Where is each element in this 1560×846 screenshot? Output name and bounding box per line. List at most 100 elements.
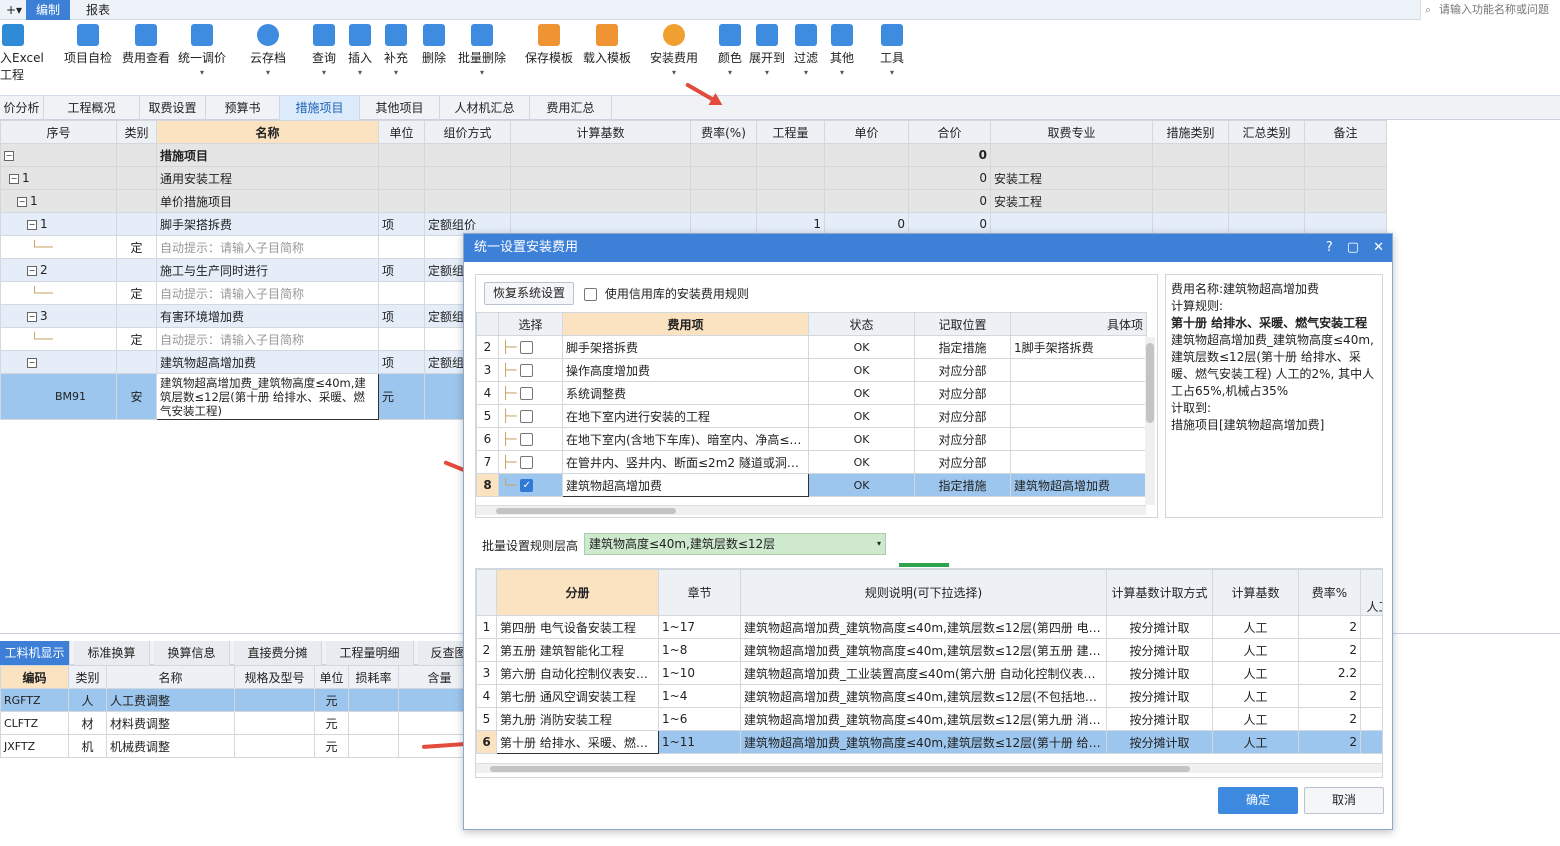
batch-delete-icon: [471, 24, 493, 46]
ok-button[interactable]: 确定: [1218, 787, 1298, 814]
supplement-button[interactable]: 补充 ▾: [378, 24, 414, 94]
table-row[interactable]: 6 ├─ 在地下室内(含地下车库)、暗室内、净高≤… OK 对应分部: [476, 427, 1147, 451]
table-row[interactable]: 4 第七册 通风空调安装工程 1~4 建筑物超高增加费_建筑物高度≤40m,建筑层数≤…: [476, 684, 1382, 708]
load-template-icon: [596, 24, 618, 46]
vertical-scrollbar[interactable]: [1145, 337, 1155, 505]
project-check-button[interactable]: 项目自检: [62, 24, 114, 94]
tab-budget[interactable]: 预算书: [206, 96, 280, 120]
row-checkbox[interactable]: [520, 364, 534, 377]
table-row[interactable]: 4 ├─ 系统调整费 OK 对应分部: [476, 381, 1147, 405]
page-tabs: 价分析 工程概况 取费设置 预算书 措施项目 其他项目 人材机汇总 费用汇总: [0, 96, 1560, 120]
table-row[interactable]: 5 ├─ 在地下室内进行安装的工程 OK 对应分部: [476, 404, 1147, 428]
rule-info-panel: 费用名称:建筑物超高增加费 计算规则: 第十册 给排水、采暖、燃气安装工程 建筑…: [1165, 274, 1383, 518]
table-header: 分册章节规则说明(可下拉选择)计算基数计取方式计算基数费率%人工: [476, 569, 1382, 616]
insert-button[interactable]: 插入 ▾: [342, 24, 378, 94]
tab-quantity-detail[interactable]: 工程量明细: [326, 641, 414, 665]
install-cost-button[interactable]: 安装费用 ▾: [646, 24, 702, 94]
tab-other-items[interactable]: 其他项目: [360, 96, 440, 120]
horizontal-scrollbar[interactable]: [476, 505, 1146, 515]
import-excel-button[interactable]: 入Excel 工程: [0, 24, 44, 94]
filter-icon: [795, 24, 817, 46]
fee-item-panel: 恢复系统设置 使用信用库的安装费用规则 选择 费用项 状态 记取位置 具体项 2 ├─ 脚…: [475, 274, 1158, 518]
tab-standard-conversion[interactable]: 标准换算: [74, 641, 150, 665]
fee-item-table: 选择 费用项 状态 记取位置 具体项 2 ├─ 脚手架搭拆费 OK 指定措施 1脚手架搭拆费 3…: [476, 312, 1147, 497]
color-icon: [719, 24, 741, 46]
cancel-button[interactable]: 取消: [1304, 787, 1384, 814]
row-checkbox[interactable]: [520, 410, 534, 423]
dialog-controls: ? ▢ ✕: [1312, 234, 1384, 262]
help-icon[interactable]: ?: [1326, 240, 1333, 255]
batch-delete-button[interactable]: 批量删除 ▾: [454, 24, 510, 94]
batch-rule-select[interactable]: 建筑物高度≤40m,建筑层数≤12层 ▾: [584, 533, 886, 555]
color-button[interactable]: 颜色 ▾: [712, 24, 748, 94]
tab-resource-summary[interactable]: 人材机汇总: [440, 96, 530, 120]
tab-conversion-info[interactable]: 换算信息: [154, 641, 230, 665]
table-row[interactable]: 1 第四册 电气设备安装工程 1~17 建筑物超高增加费_建筑物高度≤40m,建筑层数…: [476, 615, 1382, 639]
table-row[interactable]: RGFTZ 人人工费调整元: [0, 688, 481, 712]
use-credit-rule-checkbox[interactable]: [584, 288, 597, 301]
menu-edit[interactable]: 编制: [26, 0, 70, 20]
row-checkbox[interactable]: [520, 456, 534, 469]
table-row[interactable]: −1 单价措施项目 0 安装工程: [0, 189, 1387, 213]
close-icon[interactable]: ✕: [1373, 240, 1384, 255]
tab-project-overview[interactable]: 工程概况: [44, 96, 140, 120]
tab-direct-cost-split[interactable]: 直接费分摊: [234, 641, 322, 665]
table-row[interactable]: 5 第九册 消防安装工程 1~6 建筑物超高增加费_建筑物高度≤40m,建筑层数≤12…: [476, 707, 1382, 731]
table-header: 序号 类别 名称 单位 组价方式 计算基数 费率(%) 工程量 单价 合价 取费专业 措施类别 汇总类别…: [0, 120, 1387, 144]
maximize-icon[interactable]: ▢: [1347, 240, 1359, 255]
menu-report[interactable]: 报表: [80, 0, 116, 20]
filter-button[interactable]: 过滤 ▾: [788, 24, 824, 94]
save-template-button[interactable]: 保存模板: [522, 24, 576, 94]
row-checkbox-checked[interactable]: ✓: [520, 479, 534, 492]
cloud-archive-button[interactable]: 云存档 ▾: [244, 24, 292, 94]
table-row-selected[interactable]: 8 └─ ✓ 建筑物超高增加费 OK 指定措施 建筑物超高增加费: [476, 473, 1147, 497]
check-icon: [77, 24, 99, 46]
splitter-handle[interactable]: [899, 563, 949, 567]
row-checkbox[interactable]: [520, 433, 534, 446]
load-template-button[interactable]: 载入模板: [580, 24, 634, 94]
table-row[interactable]: −1 通用安装工程 0 安装工程: [0, 166, 1387, 190]
use-credit-rule-option[interactable]: 使用信用库的安装费用规则: [584, 285, 749, 302]
tab-price-analysis[interactable]: 价分析: [0, 96, 44, 120]
query-icon: [313, 24, 335, 46]
row-checkbox[interactable]: [520, 387, 534, 400]
table-row[interactable]: 3 ├─ 操作高度增加费 OK 对应分部: [476, 358, 1147, 382]
collapse-icon[interactable]: −: [27, 311, 37, 322]
bottom-tabs: 工料机显示 标准换算 换算信息 直接费分摊 工程量明细 反查图: [0, 641, 480, 665]
batch-rule-label: 批量设置规则层高: [482, 539, 579, 553]
collapse-icon[interactable]: −: [27, 265, 37, 276]
table-row[interactable]: JXFTZ 机机械费调整元: [0, 734, 481, 758]
insert-icon: [349, 24, 371, 46]
rule-table: 分册章节规则说明(可下拉选择)计算基数计取方式计算基数费率%人工 1第四册 电气…: [476, 569, 1382, 754]
collapse-icon[interactable]: −: [27, 219, 37, 230]
table-row[interactable]: 2 ├─ 脚手架搭拆费 OK 指定措施 1脚手架搭拆费: [476, 335, 1147, 359]
cloud-icon: [257, 24, 279, 46]
price-adjust-button[interactable]: 统一调价 ▾: [176, 24, 228, 94]
row-checkbox[interactable]: [520, 341, 534, 354]
collapse-icon[interactable]: −: [27, 357, 37, 368]
table-row[interactable]: − 措施项目 0: [0, 143, 1387, 167]
query-button[interactable]: 查询 ▾: [306, 24, 342, 94]
table-row[interactable]: CLFTZ 材材料费调整元: [0, 711, 481, 735]
tab-resource-display[interactable]: 工料机显示: [0, 641, 70, 665]
restore-default-button[interactable]: 恢复系统设置: [484, 282, 574, 305]
other-button[interactable]: 其他 ▾: [824, 24, 860, 94]
tab-cost-summary[interactable]: 费用汇总: [530, 96, 612, 120]
cost-view-button[interactable]: 费用查看: [120, 24, 172, 94]
menu-file[interactable]: +▾: [0, 0, 28, 20]
expand-icon: [756, 24, 778, 46]
expand-to-button[interactable]: 展开到 ▾: [746, 24, 788, 94]
table-row[interactable]: 3 第六册 自动化控制仪表安… 1~10 建筑物超高增加费_工业装置高度≤40m(第六…: [476, 661, 1382, 685]
collapse-icon[interactable]: −: [9, 173, 19, 184]
rule-horizontal-scrollbar[interactable]: [476, 763, 1382, 773]
tab-measures[interactable]: 措施项目: [280, 96, 360, 120]
collapse-icon[interactable]: −: [4, 150, 14, 161]
table-row-selected[interactable]: 6 第十册 给排水、采暖、燃… 1~11 建筑物超高增加费_建筑物高度≤40m,建筑层…: [476, 730, 1382, 754]
table-row[interactable]: 7 ├─ 在管井内、竖井内、断面≤2m2 隧道或洞内… OK 对应分部: [476, 450, 1147, 474]
collapse-icon[interactable]: −: [17, 196, 27, 207]
tools-button[interactable]: 工具 ▾: [874, 24, 910, 94]
delete-button[interactable]: 删除: [416, 24, 452, 94]
table-row[interactable]: 2 第五册 建筑智能化工程 1~8 建筑物超高增加费_建筑物高度≤40m,建筑层数≤1…: [476, 638, 1382, 662]
function-search-input[interactable]: ⌕ 请输入功能名称或问题: [1420, 0, 1560, 20]
tab-fee-setting[interactable]: 取费设置: [140, 96, 206, 120]
